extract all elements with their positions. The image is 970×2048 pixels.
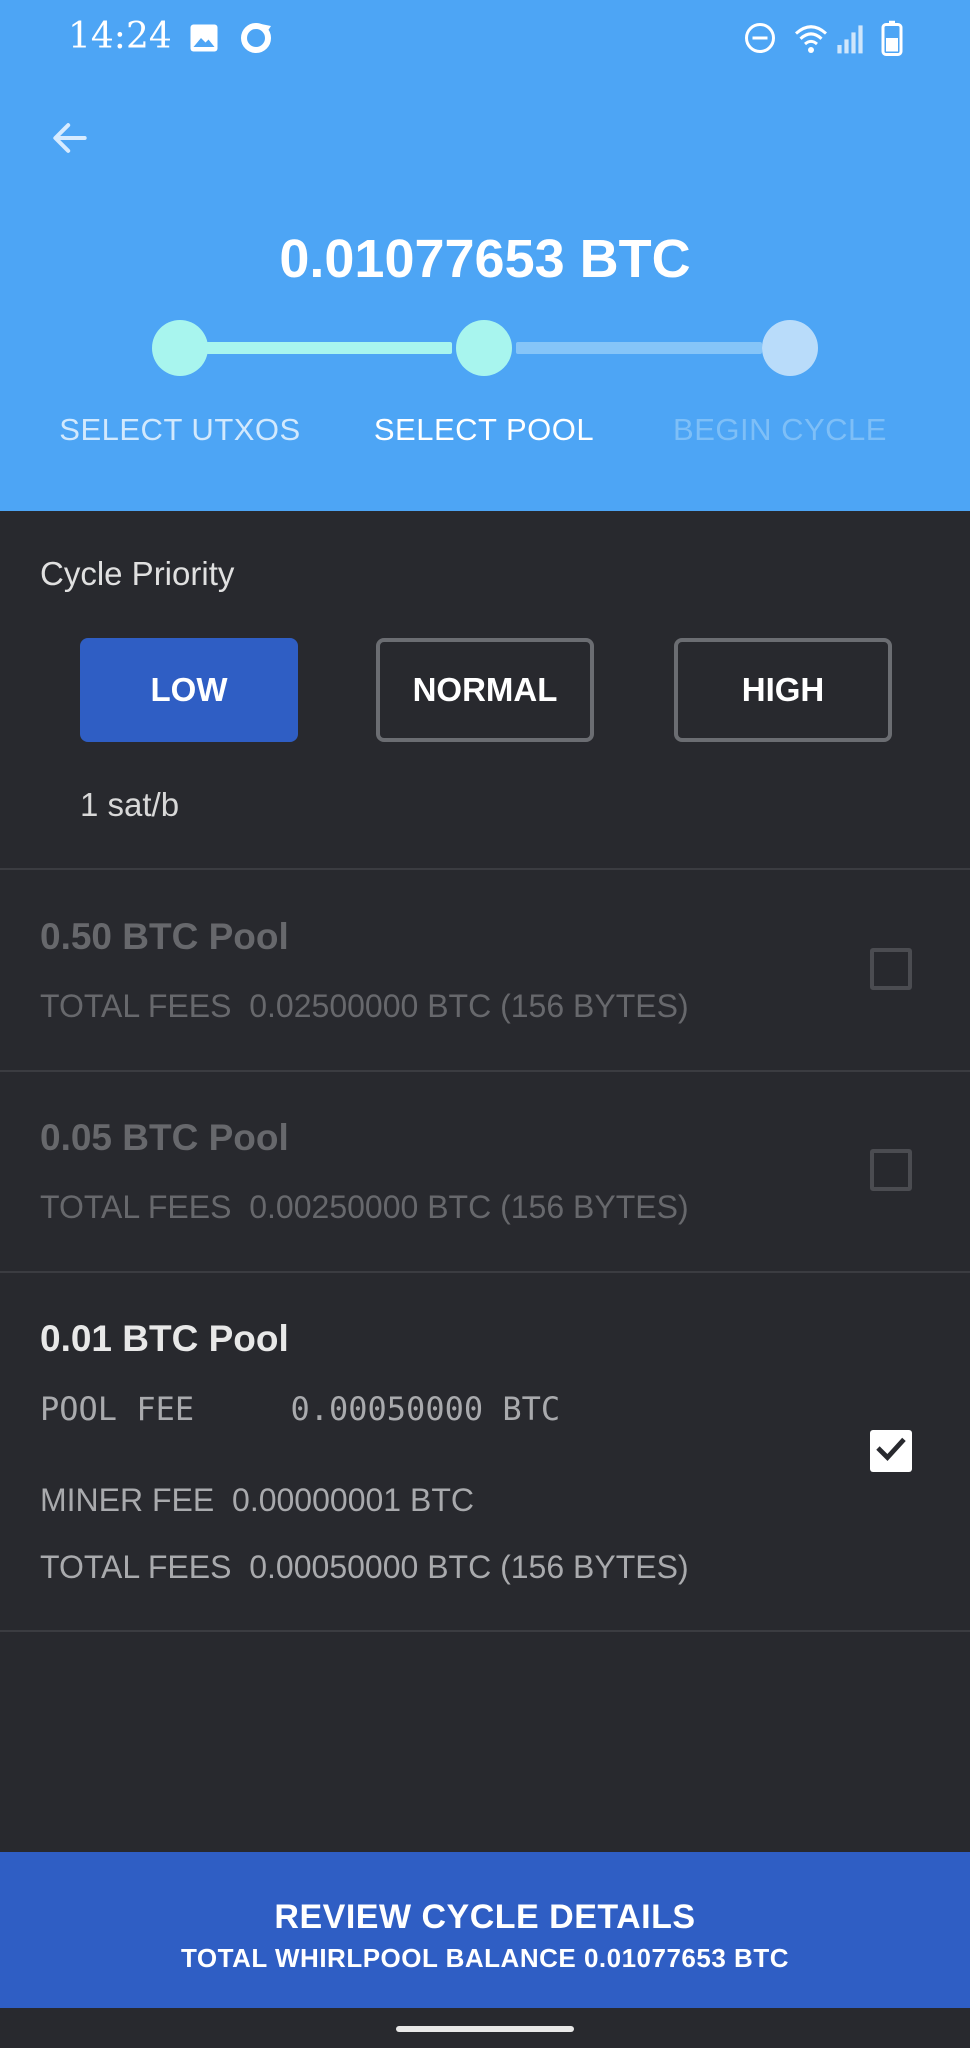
pool-total-fees: TOTAL FEES 0.00050000 BTC (156 BYTES) [40,1549,689,1585]
divider [0,1070,970,1072]
review-balance: TOTAL WHIRLPOOL BALANCE 0.01077653 BTC [181,1943,789,1973]
pool-title: 0.01 BTC Pool [40,1318,289,1359]
cycle-priority-title: Cycle Priority [40,555,235,592]
signal-icon [836,20,872,56]
pool-checkbox[interactable] [870,1149,912,1191]
pool-total-fees: TOTAL FEES 0.02500000 BTC (156 BYTES) [40,988,689,1024]
wifi-icon [792,20,828,56]
check-icon [874,1432,908,1471]
arrow-left-icon [48,116,92,165]
step-dot-select-utxos [152,320,208,376]
pool-checkbox[interactable] [870,1430,912,1472]
step-connector [206,342,452,354]
header: 14:24 0.01077653 BTC SELECT UTXOS SELECT… [0,0,970,511]
pool-checkbox[interactable] [870,948,912,990]
step-dot-begin-cycle [762,320,818,376]
do-not-disturb-icon [742,20,778,56]
status-bar: 14:24 [0,0,970,78]
step-label-select-utxos: SELECT UTXOS [59,412,301,447]
pool-fee: POOL FEE 0.00050000 BTC [40,1390,561,1428]
cycle-stepper [0,320,970,380]
balance-amount: 0.01077653 BTC [279,229,691,289]
review-title: REVIEW CYCLE DETAILS [274,1898,696,1936]
fee-rate: 1 sat/b [80,786,180,823]
status-time: 14:24 [68,16,172,57]
priority-low-button[interactable]: LOW [80,638,298,742]
pool-total-fees: TOTAL FEES 0.00250000 BTC (156 BYTES) [40,1189,689,1225]
battery-icon [878,20,914,56]
divider [0,868,970,870]
step-dot-select-pool [456,320,512,376]
priority-high-button[interactable]: HIGH [674,638,892,742]
back-button[interactable] [40,110,100,170]
review-cycle-button[interactable]: REVIEW CYCLE DETAILS TOTAL WHIRLPOOL BAL… [0,1852,970,2008]
pool-title: 0.50 BTC Pool [40,916,289,957]
priority-normal-button[interactable]: NORMAL [376,638,594,742]
divider [0,1630,970,1632]
image-icon [186,20,222,56]
pool-title: 0.05 BTC Pool [40,1117,289,1158]
miner-fee: MINER FEE 0.00000001 BTC [40,1482,474,1518]
sync-icon [238,20,274,56]
step-label-select-pool: SELECT POOL [373,412,595,447]
step-connector [516,342,762,354]
divider [0,1271,970,1273]
step-label-begin-cycle: BEGIN CYCLE [673,412,887,447]
gesture-nav-handle[interactable] [396,2026,574,2032]
